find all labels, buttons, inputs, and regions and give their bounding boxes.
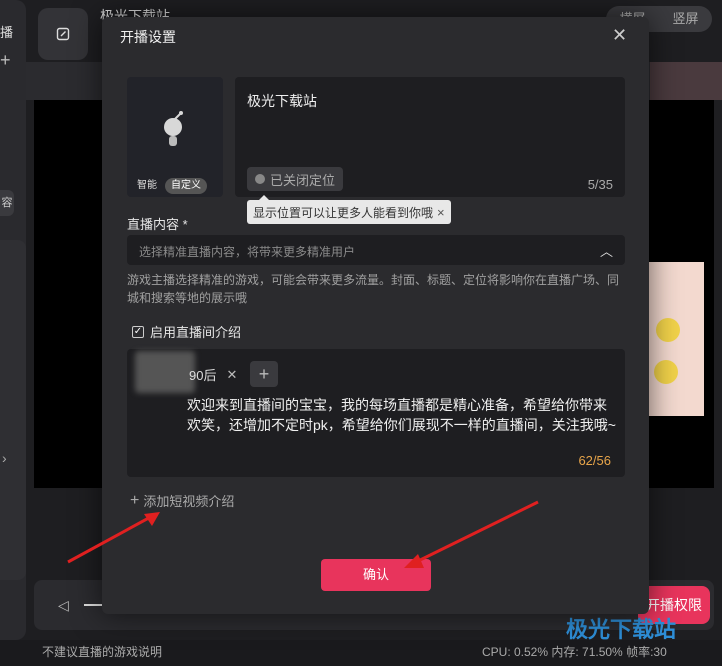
title-char-count: 5/35 — [587, 177, 613, 192]
cover-tab-custom[interactable]: 自定义 — [165, 178, 207, 194]
add-tag-button[interactable]: + — [250, 361, 278, 387]
content-select[interactable]: 选择精准直播内容，将带来更多精准用户 ︿ — [127, 235, 625, 265]
live-settings-dialog: 开播设置 ✕ 智能 自定义 极光下载站 已关闭定位 5/35 显示位置可以让更多… — [102, 17, 649, 614]
tab-portrait[interactable]: 竖屏 — [659, 6, 712, 32]
location-tooltip: 显示位置可以让更多人能看到你哦 × — [247, 195, 451, 224]
sticker-thumbnail[interactable] — [648, 262, 704, 416]
dialog-title: 开播设置 — [120, 29, 176, 45]
speaker-icon[interactable]: ◁ — [58, 597, 69, 614]
tag-remove-icon[interactable]: ✕ — [226, 367, 237, 383]
plus-icon[interactable]: + — [0, 50, 11, 71]
chevron-right-icon[interactable]: › — [2, 450, 7, 466]
checkbox-icon[interactable]: ✓ — [132, 325, 144, 338]
tooltip-text: 显示位置可以让更多人能看到你哦 — [253, 205, 434, 220]
confirm-button[interactable]: 确认 — [321, 559, 431, 591]
avatar — [135, 351, 195, 393]
plus-icon: + — [130, 491, 140, 509]
close-icon[interactable]: ✕ — [612, 25, 627, 46]
top-toolbar-accent — [650, 62, 722, 100]
cover-tab-smart[interactable]: 智能 — [131, 178, 163, 194]
title-input[interactable]: 极光下载站 已关闭定位 5/35 — [235, 77, 625, 197]
left-panel-chip[interactable]: 容 — [0, 190, 14, 216]
intro-editor[interactable]: 90后 ✕ + 欢迎来到直播间的宝宝，我的每场直播都是精心准备，希望给你带来欢笑… — [127, 349, 625, 477]
location-dot-icon — [255, 174, 265, 184]
cover-image[interactable]: 智能 自定义 — [127, 77, 223, 197]
content-label: 直播内容 * — [127, 217, 188, 232]
cover-tabs: 智能 自定义 — [131, 178, 207, 194]
location-label: 已关闭定位 — [270, 172, 336, 188]
watermark: 极光下载站 — [566, 617, 677, 642]
edit-icon — [56, 27, 70, 41]
title-value: 极光下载站 — [247, 93, 317, 109]
flower-icon — [654, 360, 678, 384]
status-left-text[interactable]: 不建议直播的游戏说明 — [42, 643, 162, 660]
status-right-text: CPU: 0.52% 内存: 71.50% 帧率:30 — [482, 645, 667, 659]
intro-toggle[interactable]: ✓ 启用直播间介绍 — [132, 322, 241, 341]
volume-slider[interactable] — [84, 604, 102, 606]
add-video-label: 添加短视频介绍 — [143, 494, 235, 509]
location-toggle[interactable]: 已关闭定位 — [247, 167, 344, 191]
content-hint: 游戏主播选择精准的游戏，可能会带来更多流量。封面、标题、定位将影响你在直播广场、… — [127, 273, 620, 305]
intro-text: 欢迎来到直播间的宝宝，我的每场直播都是精心准备，希望给你带来欢笑，还增加不定时p… — [187, 397, 616, 433]
edit-button[interactable] — [38, 8, 88, 60]
intro-tag: 90后 ✕ — [189, 365, 237, 384]
intro-toggle-label: 启用直播间介绍 — [150, 325, 242, 340]
mascot-icon — [164, 111, 183, 146]
left-panel-block — [0, 240, 26, 580]
flower-icon — [656, 318, 680, 342]
left-panel-label: 播 — [0, 25, 14, 40]
tooltip-close-icon[interactable]: × — [437, 205, 445, 220]
add-video-intro-link[interactable]: + 添加短视频介绍 — [130, 491, 234, 510]
intro-tag-label: 90后 — [189, 368, 217, 383]
intro-char-count: 62/56 — [578, 453, 611, 468]
chevron-up-icon: ︿ — [599, 244, 613, 259]
content-placeholder: 选择精准直播内容，将带来更多精准用户 — [139, 245, 356, 259]
